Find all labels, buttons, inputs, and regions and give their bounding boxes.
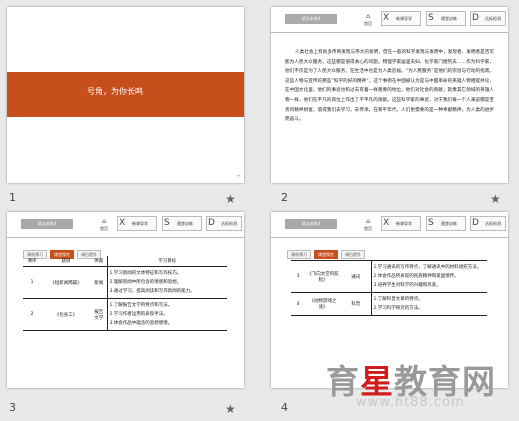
table-row: 4 《动物游戏之谜》 科普 1.了解科普文章的特点。 2.学习科学探究的方法。 <box>291 292 487 316</box>
cell-goal: 1.学习通讯的写作特点，了解通讯中的材料组织方法。 2.体会作品所表现的民族精神… <box>370 260 487 293</box>
lesson-table: 3 《飞向太空的航程》 通讯 1.学习通讯的写作特点，了解通讯中的材料组织方法。… <box>291 260 487 316</box>
lesson-table: 课序 题目 体裁 学习目标 1 《短新闻两篇》 新闻 1.学习新闻的文体特征和写… <box>23 256 227 331</box>
cell-genre: 通讯 <box>341 260 371 293</box>
column-header: 题目 <box>41 256 91 267</box>
home-button[interactable]: ⌂ 首页 <box>364 218 372 232</box>
home-icon: ⌂ <box>366 218 370 225</box>
slide-number: 2 <box>281 191 288 204</box>
cell-genre: 新闻 <box>91 266 107 299</box>
tab-label: 新课导学 <box>132 221 148 226</box>
tab-new-lesson[interactable]: X 新课导学 <box>381 11 421 26</box>
home-icon: ⌂ <box>366 13 370 20</box>
star-icon[interactable]: ★ <box>490 192 501 206</box>
cell-genre: 报告文学 <box>91 298 107 331</box>
column-header: 学习目标 <box>106 256 227 267</box>
tab-test[interactable]: D 达标检测 <box>470 11 506 26</box>
section-tags: 课前预习 课堂探究 课后提升 <box>23 241 104 259</box>
slide-number: 1 <box>9 191 16 204</box>
tab-practice[interactable]: S 随堂训练 <box>426 11 466 26</box>
table-row: 3 《飞向太空的航程》 通讯 1.学习通讯的写作特点，了解通讯中的材料组织方法。… <box>291 260 487 293</box>
section-tags: 课前预习 课堂探究 课后提升 <box>287 241 368 259</box>
tab-label: 达标检测 <box>485 16 501 21</box>
tab-label: 达标检测 <box>221 221 237 226</box>
tab-new-lesson[interactable]: X 新课导学 <box>117 216 157 231</box>
tab-letter: D <box>208 218 215 228</box>
table-row: 2 《包身工》 报告文学 1.了解报告文学的特点和写法。 2.学习作者运用的表现… <box>23 298 227 331</box>
cell-topic: 《飞向太空的航程》 <box>305 260 341 293</box>
tab-letter: S <box>428 218 434 228</box>
home-icon: ⌂ <box>102 218 106 225</box>
slide-header: 语文必修4 ⌂ 首页 X 新课导学 S 随堂训练 D 达标检测 <box>7 212 244 238</box>
cell-topic: 《短新闻两篇》 <box>41 266 91 299</box>
tab-test[interactable]: D 达标检测 <box>206 216 242 231</box>
tag-preview[interactable]: 课前预习 <box>287 250 311 259</box>
slide-thumbnail-1[interactable]: 号角，为你长鸣 + <box>7 7 244 183</box>
cell-topic: 《包身工》 <box>41 298 91 331</box>
slide-number: 4 <box>281 401 288 414</box>
tab-letter: D <box>472 218 479 228</box>
slide-thumbnail-3[interactable]: 语文必修4 ⌂ 首页 X 新课导学 S 随堂训练 D 达标检测 课前预习 课堂探究 课后提升… <box>7 212 244 388</box>
home-button[interactable]: ⌂ 首页 <box>100 218 108 232</box>
body-paragraph: 人类社会上有很多传奇发现与伟大的发明，但在一般的科学发现与发明中，发现者、发明者… <box>285 50 494 123</box>
course-title: 语文必修4 <box>21 219 73 229</box>
tab-new-lesson[interactable]: X 新课导学 <box>381 216 421 231</box>
slide-number: 3 <box>9 401 16 414</box>
tab-label: 随堂训练 <box>441 221 457 226</box>
site-watermark: 育星教育网 www.ht88.com <box>326 355 519 415</box>
tab-practice[interactable]: S 随堂训练 <box>426 216 466 231</box>
cell-goal: 1.了解科普文章的特点。 2.学习科学探究的方法。 <box>370 292 487 316</box>
watermark-url: www.ht88.com <box>356 395 465 410</box>
cell-goal: 1.学习新闻的文体特征和写作技巧。 2.理解新闻中所包含的情感和思想。 3.通过… <box>106 266 227 299</box>
tab-label: 新课导学 <box>396 16 412 21</box>
table-row: 1 《短新闻两篇》 新闻 1.学习新闻的文体特征和写作技巧。 2.理解新闻中所包… <box>23 266 227 299</box>
cell-seq: 4 <box>291 292 305 316</box>
corner-mark: + <box>235 173 241 180</box>
tab-letter: D <box>472 13 479 23</box>
tab-letter: S <box>164 218 170 228</box>
home-label: 首页 <box>364 226 372 231</box>
slide-title: 号角，为你长鸣 <box>87 87 143 96</box>
star-icon[interactable]: ★ <box>225 402 236 416</box>
tab-label: 达标检测 <box>485 221 501 226</box>
slide-header: 语文必修4 ⌂ 首页 X 新课导学 S 随堂训练 D 达标检测 <box>271 7 508 33</box>
tab-practice[interactable]: S 随堂训练 <box>162 216 202 231</box>
home-button[interactable]: ⌂ 首页 <box>364 13 372 27</box>
course-title: 语文必修4 <box>285 14 337 24</box>
tab-label: 新课导学 <box>396 221 412 226</box>
star-icon[interactable]: ★ <box>225 192 236 206</box>
home-label: 首页 <box>364 21 372 26</box>
cell-seq: 3 <box>291 260 305 293</box>
cell-seq: 2 <box>23 298 41 331</box>
slide-thumbnail-2[interactable]: 语文必修4 ⌂ 首页 X 新课导学 S 随堂训练 D 达标检测 人类社会上有很多传奇发现… <box>271 7 508 183</box>
tab-letter: S <box>428 13 434 23</box>
tab-letter: X <box>383 13 390 23</box>
tab-letter: X <box>383 218 390 228</box>
cell-topic: 《动物游戏之谜》 <box>305 292 341 316</box>
tag-review[interactable]: 课后提升 <box>341 250 365 259</box>
watermark-text: 育 <box>326 362 360 401</box>
table-header-row: 课序 题目 体裁 学习目标 <box>23 256 227 267</box>
cell-genre: 科普 <box>341 292 371 316</box>
tab-letter: X <box>119 218 126 228</box>
column-header: 体裁 <box>91 256 107 267</box>
cell-seq: 1 <box>23 266 41 299</box>
home-label: 首页 <box>100 226 108 231</box>
column-header: 课序 <box>23 256 41 267</box>
tab-label: 随堂训练 <box>177 221 193 226</box>
tag-explore[interactable]: 课堂探究 <box>314 250 338 259</box>
course-title: 语文必修4 <box>285 219 337 229</box>
tab-test[interactable]: D 达标检测 <box>470 216 506 231</box>
slide-header: 语文必修4 ⌂ 首页 X 新课导学 S 随堂训练 D 达标检测 <box>271 212 508 238</box>
cell-goal: 1.了解报告文学的特点和写法。 2.学习作者运用的表现手法。 3.体会作品中蕴含… <box>106 298 227 331</box>
tab-label: 随堂训练 <box>441 16 457 21</box>
